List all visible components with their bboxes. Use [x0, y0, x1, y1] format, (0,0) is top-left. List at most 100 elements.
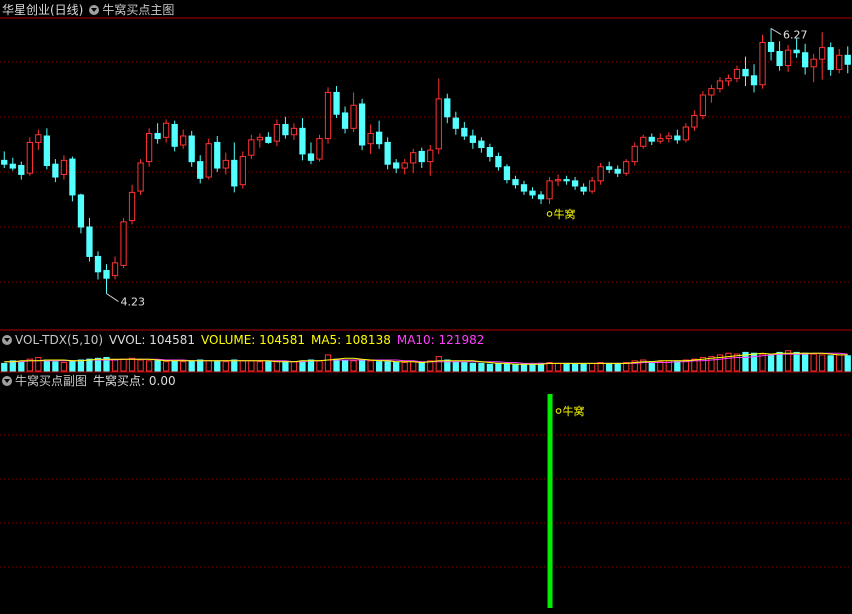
sub-panel-header: 牛窝买点副图 牛窝买点: 0.00 [2, 374, 182, 388]
volume-bar [759, 353, 766, 372]
candle-body [86, 226, 93, 257]
candle-body [393, 162, 400, 169]
volume-bar [171, 360, 178, 372]
candle-body [512, 179, 519, 186]
signal-bar: 牛窝 [547, 394, 585, 608]
candle-body [597, 166, 604, 182]
sub-signal-dot [555, 408, 562, 414]
candle-body [563, 179, 570, 182]
candle-body [137, 162, 144, 192]
volume-bar [512, 363, 519, 372]
candle-body [571, 180, 579, 187]
candle-body [94, 255, 102, 273]
volume-bar [367, 360, 374, 372]
volume-bar [401, 362, 408, 372]
candle-body [478, 140, 485, 149]
candle-body [759, 41, 766, 86]
kline-chart[interactable]: 牛窝 6.27 4.23 牛窝 [0, 0, 852, 614]
volume-bar [145, 360, 153, 372]
candle-body [674, 135, 681, 141]
candle-body [486, 147, 494, 158]
volume-bar [503, 363, 511, 372]
candle-body [452, 117, 459, 129]
candle-body [69, 158, 76, 196]
candle-body [810, 58, 817, 68]
candlestick-series [1, 28, 851, 294]
candle-body [197, 161, 204, 179]
volume-bar [606, 362, 613, 372]
candle-body [35, 134, 42, 143]
volume-bar [248, 360, 255, 372]
candle-body [767, 41, 775, 52]
volume-bar [273, 360, 281, 372]
candle-body [580, 186, 587, 192]
volume-bar [418, 362, 425, 372]
candle-body [171, 123, 178, 147]
candle-body [648, 136, 655, 142]
volume-bar [452, 361, 459, 372]
candle-body [350, 104, 357, 129]
candle-body [358, 103, 366, 146]
candle-body [103, 270, 110, 279]
volume-bar [290, 361, 298, 372]
low-marker [106, 293, 119, 303]
candle-body [384, 141, 391, 165]
candle-body [26, 141, 33, 174]
volume-bar [657, 361, 664, 372]
volume-bar [214, 360, 221, 372]
volume-bar [282, 361, 289, 372]
volume-bar [844, 355, 851, 372]
candle-body [188, 135, 195, 163]
indicator-menu-icon[interactable] [89, 5, 100, 15]
candle-body [427, 149, 434, 163]
volume-bar [580, 363, 587, 372]
volume-bar [35, 356, 42, 372]
volume-bar [648, 361, 655, 372]
candle-body [733, 68, 741, 79]
high-label: 6.27 [783, 28, 808, 41]
candle-body [844, 54, 851, 65]
sub-indicator-name: 牛窝买点副图 [15, 374, 88, 388]
volume-bar [111, 359, 119, 372]
volume-bar [316, 360, 323, 372]
vol-panel-header: VOL-TDX(5,10) VVOL: 104581 VOLUME: 104581 M… [2, 333, 490, 347]
candle-body [725, 77, 732, 82]
volume-bars [1, 350, 851, 372]
volume-bar [410, 361, 417, 372]
candle-body [716, 80, 724, 90]
stock-title: 华星创业(日线) [2, 3, 84, 17]
volume-bar [231, 359, 238, 372]
candle-body [742, 68, 749, 77]
sub-indicator-value: 牛窝买点: 0.00 [93, 374, 176, 388]
volume-bar [529, 363, 536, 372]
volume-bar [486, 363, 494, 372]
volume-bar [299, 360, 306, 372]
candle-body [273, 123, 281, 142]
candle-body [307, 153, 315, 161]
volume-bar [77, 359, 85, 372]
candle-body [640, 136, 647, 147]
signal-bar [547, 394, 553, 608]
volume-bar [733, 353, 741, 372]
volume-bar [725, 352, 732, 372]
volume-bar [563, 362, 570, 372]
candle-body [520, 184, 528, 192]
vol-indicator-name: VOL-TDX(5,10) [15, 333, 104, 347]
candle-body [77, 194, 85, 228]
vol-menu-icon[interactable] [2, 335, 12, 345]
candle-body [375, 131, 383, 145]
sub-menu-icon[interactable] [2, 376, 12, 386]
candle-body [631, 145, 638, 163]
candle-body [290, 127, 298, 136]
candle-body [682, 126, 690, 141]
candle-body [435, 98, 442, 150]
candle-body [750, 75, 758, 86]
volume-bar [819, 354, 826, 372]
candle-body [222, 159, 229, 169]
candle-body [128, 191, 136, 222]
volume-bar [461, 362, 468, 372]
volume-bar [265, 361, 272, 372]
candle-body [239, 156, 246, 186]
signal-dot [546, 211, 553, 217]
candle-body [9, 163, 16, 169]
